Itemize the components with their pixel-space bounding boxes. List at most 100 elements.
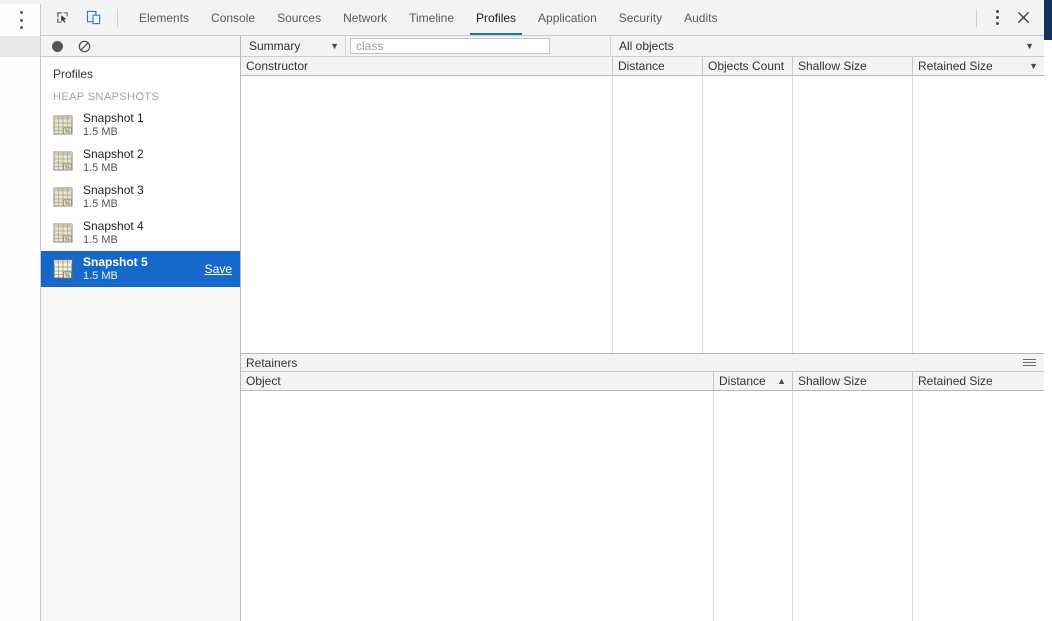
snapshot-icon: % (51, 149, 75, 173)
retainers-grid-body[interactable] (241, 391, 1044, 621)
column-header-retainer-distance[interactable]: Distance ▲ (714, 372, 793, 390)
devtools-window-controls (976, 0, 1044, 35)
snapshot-icon: % (51, 185, 75, 209)
constructors-grid-body[interactable] (241, 76, 1044, 353)
column-sort-indicator: ▲ (777, 376, 786, 386)
column-sort-indicator: ▼ (1029, 61, 1038, 71)
tab-sources[interactable]: Sources (266, 0, 332, 35)
snapshot-name: Snapshot 5 (83, 254, 148, 269)
heap-profile-view: Summary ▼ All objects ▼ Constructor (241, 36, 1044, 621)
snapshot-size: 1.5 MB (83, 233, 118, 246)
inspect-element-icon[interactable] (49, 5, 75, 31)
hamburger-icon[interactable] (1023, 359, 1036, 366)
close-icon[interactable] (1010, 5, 1036, 31)
save-snapshot-link[interactable]: Save (199, 262, 232, 276)
retainers-title: Retainers (246, 355, 298, 370)
grid-column-retainer-retained-size (913, 391, 1044, 621)
devtools-panel: Elements Console Sources Network Timelin… (41, 0, 1044, 621)
column-header-retainer-distance-label: Distance (719, 374, 766, 388)
grid-column-object (241, 391, 714, 621)
devtools-tabbar: Elements Console Sources Network Timelin… (41, 0, 1044, 36)
column-header-distance[interactable]: Distance (613, 57, 703, 75)
devtools-tool-icons (41, 0, 128, 35)
column-header-retainer-shallow-size[interactable]: Shallow Size (793, 372, 913, 390)
column-header-object[interactable]: Object (241, 372, 714, 390)
tab-elements[interactable]: Elements (128, 0, 200, 35)
svg-text:%: % (65, 165, 70, 171)
objects-filter-select[interactable]: All objects ▼ (611, 36, 1044, 56)
tab-security-label: Security (618, 10, 663, 25)
column-header-objects-count[interactable]: Objects Count (703, 57, 793, 75)
class-filter-input[interactable] (350, 38, 550, 54)
devtools-more-icon[interactable] (986, 5, 1008, 31)
snapshot-name: Snapshot 4 (83, 218, 144, 233)
tab-audits[interactable]: Audits (673, 0, 728, 35)
toolbar-divider (117, 8, 118, 27)
snapshot-size: 1.5 MB (83, 197, 118, 210)
column-header-retainer-shallow-size-label: Shallow Size (798, 374, 867, 388)
tab-console-label: Console (211, 10, 256, 25)
svg-text:%: % (65, 201, 70, 207)
controls-divider (976, 8, 977, 27)
view-mode-select[interactable]: Summary ▼ (241, 36, 346, 56)
retainers-grid: Retainers Object Distance ▲ Shallow Size… (241, 354, 1044, 621)
clear-icon[interactable] (76, 38, 93, 55)
snapshot-size: 1.5 MB (83, 269, 118, 282)
heap-view-toolbar: Summary ▼ All objects ▼ (241, 36, 1044, 57)
tab-profiles-label: Profiles (476, 10, 517, 25)
list-item[interactable]: % Snapshot 3 1.5 MB (41, 179, 240, 215)
snapshot-name: Snapshot 2 (83, 146, 144, 161)
profiles-sidebar-toolbar (41, 36, 240, 57)
tab-application-label: Application (538, 10, 597, 25)
record-icon[interactable] (49, 38, 66, 55)
constructors-grid-header: Constructor Distance Objects Count Shall… (241, 57, 1044, 76)
view-mode-value: Summary (249, 39, 301, 53)
page-right-sliver (1044, 0, 1052, 621)
browser-toolbar-shade (0, 36, 40, 57)
browser-menu-icon[interactable] (16, 11, 26, 29)
chevron-down-icon: ▼ (330, 40, 339, 51)
tab-console[interactable]: Console (200, 0, 266, 35)
snapshot-icon: % (51, 113, 75, 137)
list-item[interactable]: % Snapshot 2 1.5 MB (41, 143, 240, 179)
column-header-objects-count-label: Objects Count (708, 59, 785, 73)
tab-timeline-label: Timeline (409, 10, 455, 25)
grid-column-distance (613, 76, 703, 353)
tab-sources-label: Sources (277, 10, 322, 25)
devtools-window: Elements Console Sources Network Timelin… (0, 0, 1052, 621)
tab-timeline[interactable]: Timeline (398, 0, 465, 35)
column-header-constructor-label: Constructor (246, 59, 309, 73)
chevron-down-icon: ▼ (1025, 40, 1034, 51)
browser-top-edge (0, 0, 41, 4)
column-header-object-label: Object (246, 374, 281, 388)
column-header-retained-size-label: Retained Size (918, 59, 993, 73)
profiles-title: Profiles (53, 67, 94, 81)
grid-column-shallow-size (793, 76, 913, 353)
column-header-shallow-size[interactable]: Shallow Size (793, 57, 913, 75)
list-item[interactable]: % Snapshot 4 1.5 MB (41, 215, 240, 251)
column-header-constructor[interactable]: Constructor (241, 57, 613, 75)
toolbar-spacer (550, 36, 611, 56)
column-header-retainer-retained-size-label: Retained Size (918, 374, 993, 388)
grid-column-objects-count (703, 76, 793, 353)
column-header-retainer-retained-size[interactable]: Retained Size (913, 372, 1044, 390)
profiles-sidebar: Profiles HEAP SNAPSHOTS % Snapshot 1 1.5… (41, 36, 241, 621)
retainers-titlebar: Retainers (241, 354, 1044, 372)
snapshot-size: 1.5 MB (83, 161, 118, 174)
devtools-tabs: Elements Console Sources Network Timelin… (128, 0, 976, 35)
column-header-retained-size[interactable]: Retained Size ▼ (913, 57, 1044, 75)
svg-text:%: % (65, 273, 70, 279)
snapshot-name: Snapshot 3 (83, 182, 144, 197)
grid-column-retainer-shallow-size (793, 391, 913, 621)
tab-profiles[interactable]: Profiles (465, 0, 527, 35)
tab-security[interactable]: Security (608, 0, 673, 35)
list-item[interactable]: % Snapshot 1 1.5 MB (41, 107, 240, 143)
device-toolbar-icon[interactable] (81, 5, 107, 31)
snapshot-name: Snapshot 1 (83, 110, 144, 125)
snapshot-icon: % (51, 257, 75, 281)
list-item-selected[interactable]: % Snapshot 5 1.5 MB Save (41, 251, 240, 287)
tab-network[interactable]: Network (332, 0, 398, 35)
grid-column-retainer-distance (714, 391, 793, 621)
svg-text:%: % (65, 237, 70, 243)
tab-application[interactable]: Application (527, 0, 608, 35)
